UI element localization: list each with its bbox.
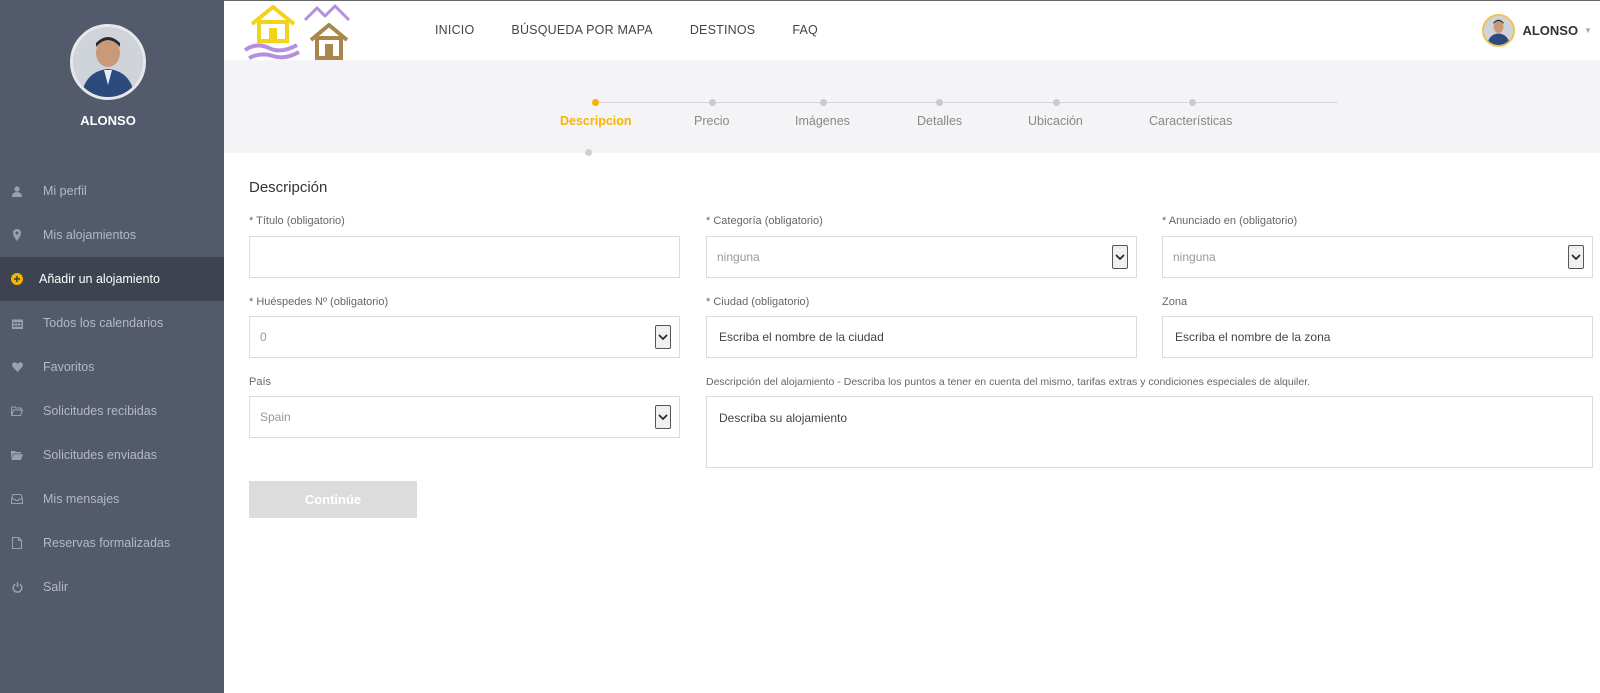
sidebar: ALONSO Mi perfil Mis alojamientos Añadir… bbox=[0, 0, 224, 693]
user-icon bbox=[10, 184, 24, 198]
sidebar-item-label: Salir bbox=[43, 580, 69, 594]
sidebar-item-mis-alojamientos[interactable]: Mis alojamientos bbox=[0, 213, 224, 257]
sidebar-item-label: Favoritos bbox=[43, 360, 95, 374]
sidebar-item-reservas-formalizadas[interactable]: Reservas formalizadas bbox=[0, 521, 224, 565]
anunciado-select[interactable]: ninguna bbox=[1162, 236, 1593, 278]
heart-icon bbox=[10, 360, 24, 374]
sidebar-user-name: ALONSO bbox=[80, 113, 136, 128]
ciudad-input[interactable]: Escriba el nombre de la ciudad bbox=[706, 316, 1137, 358]
step-detalles[interactable]: Detalles bbox=[917, 114, 962, 128]
plus-circle-icon bbox=[10, 272, 24, 286]
step-connector bbox=[715, 102, 822, 103]
sidebar-item-label: Mis alojamientos bbox=[43, 228, 137, 242]
step-ubicacion[interactable]: Ubicación bbox=[1028, 114, 1083, 128]
top-user-name: ALONSO bbox=[1522, 23, 1579, 38]
sidebar-item-label: Todos los calendarios bbox=[43, 316, 164, 330]
sidebar-item-favoritos[interactable]: Favoritos bbox=[0, 345, 224, 389]
nav-destinos[interactable]: DESTINOS bbox=[690, 23, 756, 37]
sidebar-item-mi-perfil[interactable]: Mi perfil bbox=[0, 169, 224, 213]
main-nav: INICIO BÚSQUEDA POR MAPA DESTINOS FAQ bbox=[435, 23, 855, 37]
huespedes-select[interactable]: 0 bbox=[249, 316, 680, 358]
sidebar-item-anadir-alojamiento[interactable]: Añadir un alojamiento bbox=[0, 257, 224, 301]
step-imagenes[interactable]: Imágenes bbox=[795, 114, 850, 128]
form-section-title: Descripción bbox=[249, 179, 328, 196]
categoria-label: * Categoría (obligatorio) bbox=[706, 215, 823, 227]
descripcion-textarea[interactable]: Describa su alojamiento bbox=[706, 396, 1593, 468]
step-dot-precio bbox=[709, 99, 716, 106]
descripcion-label: Descripción del alojamiento - Describa l… bbox=[706, 376, 1311, 388]
step-dot-caracteristicas bbox=[1189, 99, 1196, 106]
sidebar-item-label: Solicitudes recibidas bbox=[43, 404, 157, 418]
sidebar-item-label: Mis mensajes bbox=[43, 492, 120, 506]
step-precio[interactable]: Precio bbox=[694, 114, 729, 128]
sidebar-item-mis-mensajes[interactable]: Mis mensajes bbox=[0, 477, 224, 521]
user-avatar bbox=[1482, 14, 1516, 47]
map-pin-icon bbox=[10, 228, 24, 242]
document-icon bbox=[10, 536, 24, 550]
pais-label: País bbox=[249, 376, 272, 388]
pais-select[interactable]: Spain bbox=[249, 396, 680, 438]
user-menu[interactable]: ALONSO ▼ bbox=[1482, 14, 1592, 47]
huespedes-selected-value: 0 bbox=[260, 330, 267, 344]
chevron-down-icon bbox=[1568, 245, 1584, 269]
step-descripcion[interactable]: Descripcion bbox=[560, 114, 632, 128]
categoria-selected-value: ninguna bbox=[717, 250, 760, 264]
chevron-down-icon bbox=[1112, 245, 1128, 269]
step-dot-ubicacion bbox=[1053, 99, 1060, 106]
chevron-down-icon: ▼ bbox=[1584, 26, 1592, 35]
calendar-icon bbox=[10, 316, 24, 330]
active-step-indicator bbox=[585, 149, 592, 156]
step-connector bbox=[826, 102, 938, 103]
nav-faq[interactable]: FAQ bbox=[792, 23, 818, 37]
sidebar-item-label: Añadir un alojamiento bbox=[39, 272, 160, 286]
top-navigation-bar: INICIO BÚSQUEDA POR MAPA DESTINOS FAQ AL… bbox=[224, 0, 1600, 60]
step-dot-imagenes bbox=[820, 99, 827, 106]
folder-open-filled-icon bbox=[10, 448, 24, 462]
anunciado-label: * Anunciado en (obligatorio) bbox=[1162, 215, 1298, 227]
folder-open-icon bbox=[10, 404, 24, 418]
sidebar-item-todos-calendarios[interactable]: Todos los calendarios bbox=[0, 301, 224, 345]
continue-button[interactable]: Continúe bbox=[249, 481, 417, 518]
step-connector bbox=[942, 102, 1054, 103]
power-icon bbox=[10, 580, 24, 594]
nav-inicio[interactable]: INICIO bbox=[435, 23, 474, 37]
anunciado-selected-value: ninguna bbox=[1173, 250, 1216, 264]
stepper-band bbox=[224, 60, 1600, 153]
sidebar-item-salir[interactable]: Salir bbox=[0, 565, 224, 609]
step-connector bbox=[1058, 102, 1188, 103]
chevron-down-icon bbox=[655, 325, 671, 349]
chevron-down-icon bbox=[655, 405, 671, 429]
zona-label: Zona bbox=[1162, 296, 1188, 308]
sidebar-menu: Mi perfil Mis alojamientos Añadir un alo… bbox=[0, 169, 224, 609]
pais-selected-value: Spain bbox=[260, 410, 291, 424]
sidebar-item-label: Solicitudes enviadas bbox=[43, 448, 157, 462]
huespedes-label: * Huéspedes Nº (obligatorio) bbox=[249, 296, 389, 308]
ciudad-label: * Ciudad (obligatorio) bbox=[706, 296, 810, 308]
sidebar-item-solicitudes-enviadas[interactable]: Solicitudes enviadas bbox=[0, 433, 224, 477]
categoria-select[interactable]: ninguna bbox=[706, 236, 1137, 278]
nav-busqueda-por-mapa[interactable]: BÚSQUEDA POR MAPA bbox=[511, 23, 652, 37]
step-connector bbox=[596, 102, 712, 103]
avatar-image bbox=[73, 27, 143, 97]
titulo-input[interactable] bbox=[249, 236, 680, 278]
inbox-icon bbox=[10, 492, 24, 506]
sidebar-item-label: Mi perfil bbox=[43, 184, 87, 198]
site-logo[interactable] bbox=[243, 2, 367, 62]
step-connector bbox=[1192, 102, 1338, 103]
step-dot-descripcion bbox=[592, 99, 599, 106]
sidebar-avatar[interactable] bbox=[70, 24, 146, 100]
houses-logo-icon bbox=[243, 4, 351, 60]
sidebar-item-solicitudes-recibidas[interactable]: Solicitudes recibidas bbox=[0, 389, 224, 433]
titulo-label: * Título (obligatorio) bbox=[249, 215, 345, 227]
step-caracteristicas[interactable]: Características bbox=[1149, 114, 1232, 128]
zona-input[interactable]: Escriba el nombre de la zona bbox=[1162, 316, 1593, 358]
sidebar-item-label: Reservas formalizadas bbox=[43, 536, 171, 550]
step-dot-detalles bbox=[936, 99, 943, 106]
